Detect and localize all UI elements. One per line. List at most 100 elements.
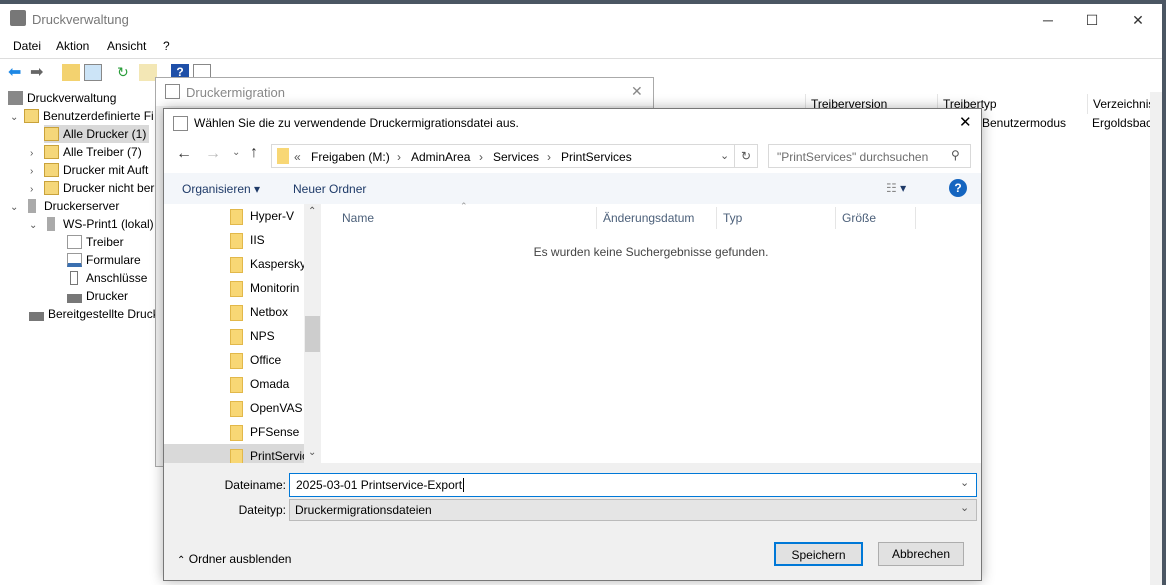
wizard-close-icon[interactable]: ✕: [631, 83, 643, 100]
nav-item[interactable]: Hyper-V: [164, 204, 304, 228]
breadcrumb-adminarea[interactable]: AdminArea: [411, 150, 470, 164]
cancel-button[interactable]: Abbrechen: [878, 542, 964, 566]
tree-item-root[interactable]: Druckverwaltung: [8, 89, 116, 107]
breadcrumb-freigaben[interactable]: Freigaben (M:): [311, 150, 390, 164]
tree-item-ports[interactable]: Anschlüsse: [67, 269, 147, 287]
server-icon: [28, 199, 36, 213]
filter-folder-icon: [44, 181, 59, 195]
scroll-down-icon[interactable]: ⌄: [308, 447, 316, 458]
back-icon[interactable]: ←: [176, 145, 192, 163]
up-folder-icon[interactable]: [62, 64, 80, 81]
nav-item-label: OpenVAS: [250, 401, 303, 415]
chevron-down-icon[interactable]: ⌄: [10, 199, 24, 217]
view-options-icon[interactable]: ☷ ▾: [886, 181, 906, 195]
column-header-modified[interactable]: Änderungsdatum: [597, 207, 717, 229]
tree-item-drivers[interactable]: Treiber: [67, 233, 124, 251]
nav-item[interactable]: PFSense: [164, 420, 304, 444]
refresh-icon[interactable]: ↻: [117, 64, 135, 81]
minimize-button[interactable]: ─: [1025, 8, 1071, 32]
nav-item[interactable]: OpenVAS: [164, 396, 304, 420]
breadcrumb-services[interactable]: Services: [493, 150, 539, 164]
scrollbar-thumb[interactable]: [305, 316, 320, 352]
tree-label: Formulare: [86, 253, 141, 267]
menu-datei[interactable]: Datei: [13, 39, 41, 53]
empty-results-message: Es wurden keine Suchergebnisse gefunden.: [533, 245, 769, 259]
nav-item[interactable]: NPS: [164, 324, 304, 348]
up-icon[interactable]: ↑: [250, 144, 258, 162]
app-icon: [10, 10, 26, 26]
server-icon: [47, 217, 55, 231]
maximize-button[interactable]: ☐: [1069, 8, 1115, 32]
search-placeholder: "PrintServices" durchsuchen: [777, 150, 929, 164]
tree-item-print-servers[interactable]: ⌄ Druckerserver: [10, 197, 119, 215]
chevron-down-icon[interactable]: ⌄: [960, 476, 969, 489]
tree-label: Treiber: [86, 235, 124, 249]
nav-item-label: Hyper-V: [250, 209, 295, 223]
nav-item[interactable]: Kaspersky: [164, 252, 304, 276]
breadcrumb-separator: ›: [479, 150, 483, 164]
tree-item-custom-filters[interactable]: ⌄ Benutzerdefinierte Fi: [10, 107, 154, 125]
filetype-select[interactable]: Druckermigrationsdateien ⌄: [289, 499, 977, 521]
scrollbar[interactable]: [1150, 92, 1162, 585]
nav-item[interactable]: Monitorin: [164, 276, 304, 300]
new-folder-button[interactable]: Neuer Ordner: [293, 182, 366, 196]
breadcrumb-separator: ›: [547, 150, 551, 164]
forms-icon: [67, 253, 82, 267]
recent-locations-icon[interactable]: ⌄: [232, 147, 240, 158]
breadcrumb-printservices[interactable]: PrintServices: [561, 150, 632, 164]
filter-folder-icon: [44, 163, 59, 177]
refresh-icon[interactable]: ↻: [734, 144, 758, 168]
tree-item-all-printers[interactable]: Alle Drucker (1): [44, 125, 150, 143]
show-hide-tree-icon[interactable]: [84, 64, 102, 81]
nav-scrollbar[interactable]: ⌃ ⌄: [304, 204, 321, 463]
close-button[interactable]: ✕: [1115, 8, 1161, 32]
nav-item[interactable]: Omada: [164, 372, 304, 396]
forward-icon[interactable]: ➡: [30, 64, 48, 81]
column-header-name[interactable]: Name: [336, 207, 597, 229]
tree-item-forms[interactable]: Formulare: [67, 251, 141, 269]
organize-button[interactable]: Organisieren ▾: [182, 182, 260, 196]
migration-icon: [173, 116, 188, 131]
command-bar: Organisieren ▾ Neuer Ordner ☷ ▾ ?: [164, 173, 981, 204]
search-input[interactable]: "PrintServices" durchsuchen ⚲: [768, 144, 971, 168]
hide-folders-button[interactable]: ⌃ Ordner ausblenden: [177, 552, 291, 566]
folder-icon: [230, 353, 243, 369]
address-bar[interactable]: « Freigaben (M:) › AdminArea › Services …: [271, 144, 735, 168]
back-icon[interactable]: ⬅: [8, 64, 26, 81]
chevron-down-icon[interactable]: ⌄: [720, 149, 729, 162]
dialog-close-icon[interactable]: ✕: [959, 113, 972, 131]
chevron-down-icon[interactable]: ⌄: [29, 217, 43, 235]
tree-item-ws-print1[interactable]: ⌄ WS-Print1 (lokal): [29, 215, 154, 233]
chevron-down-icon[interactable]: ⌄: [10, 109, 24, 127]
nav-item[interactable]: PrintServic: [164, 444, 304, 463]
breadcrumb-separator: ›: [397, 150, 401, 164]
folder-icon: [230, 377, 243, 393]
tree-label: Alle Treiber (7): [63, 145, 142, 159]
tree-item-printers-not-ready[interactable]: › Drucker nicht ber: [30, 179, 154, 197]
chevron-down-icon[interactable]: ⌄: [960, 501, 969, 514]
tree-item-deployed-printers[interactable]: Bereitgestellte Druck: [29, 305, 159, 323]
window-title: Druckverwaltung: [32, 12, 129, 27]
nav-item-label: NPS: [250, 329, 275, 343]
column-header-type[interactable]: Typ: [717, 207, 836, 229]
nav-item[interactable]: Office: [164, 348, 304, 372]
tree-item-all-drivers[interactable]: › Alle Treiber (7): [30, 143, 142, 161]
menu-ansicht[interactable]: Ansicht: [107, 39, 146, 53]
scroll-up-icon[interactable]: ⌃: [308, 206, 316, 217]
folder-icon: [230, 305, 243, 321]
forward-icon[interactable]: →: [205, 145, 221, 163]
nav-item-label: Netbox: [250, 305, 289, 319]
menu-help[interactable]: ?: [163, 39, 170, 53]
filename-input[interactable]: 2025-03-01 Printservice-Export ⌄: [289, 473, 977, 497]
column-header-size[interactable]: Größe: [836, 207, 916, 229]
tree-item-printers[interactable]: Drucker: [67, 287, 128, 305]
nav-item[interactable]: Netbox: [164, 300, 304, 324]
save-file-dialog: Wählen Sie die zu verwendende Druckermig…: [163, 108, 982, 581]
tree-label: Benutzerdefinierte Fi: [43, 109, 154, 123]
help-icon[interactable]: ?: [949, 179, 967, 197]
nav-item[interactable]: IIS: [164, 228, 304, 252]
menu-aktion[interactable]: Aktion: [56, 39, 89, 53]
save-button[interactable]: Speichern: [774, 542, 863, 566]
breadcrumb-overflow[interactable]: «: [294, 150, 301, 164]
tree-item-printers-with-jobs[interactable]: › Drucker mit Auft: [30, 161, 148, 179]
